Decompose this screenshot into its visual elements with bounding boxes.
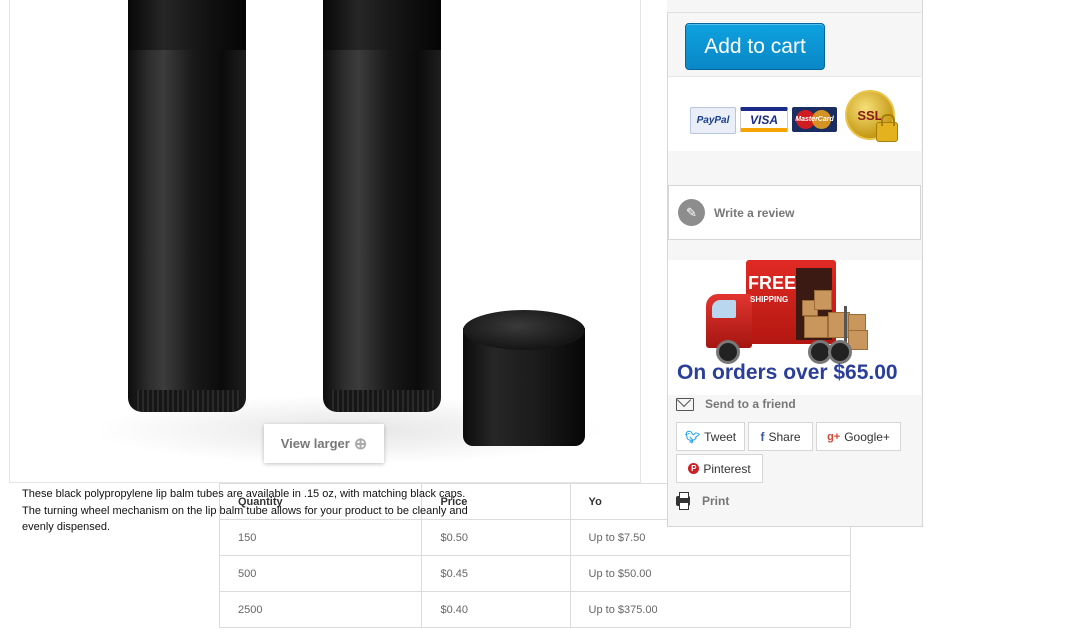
- description-line: The turning wheel mechanism on the lip b…: [22, 504, 468, 517]
- cell-savings: Up to $50.00: [569, 555, 852, 592]
- description-line: These black polypropylene lip balm tubes…: [22, 488, 466, 500]
- mastercard-logo: MasterCard: [792, 107, 837, 132]
- magnify-plus-icon: ⊕: [353, 435, 368, 453]
- product-description: These black polypropylene lip balm tubes…: [22, 486, 472, 536]
- print-label: Print: [702, 494, 730, 508]
- free-shipping-threshold: On orders over $65.00: [677, 361, 898, 384]
- cell-price: $0.40: [421, 591, 571, 628]
- tube-cap-section: [128, 0, 246, 50]
- cell-price: $0.45: [421, 555, 571, 592]
- write-review-button[interactable]: ✎ Write a review: [668, 185, 921, 240]
- payment-methods: PayPal VISA MasterCard SSL: [668, 76, 921, 151]
- lip-balm-tube-right: [323, 0, 441, 412]
- write-review-label: Write a review: [714, 205, 795, 220]
- description-line: evenly dispensed.: [22, 521, 111, 533]
- mastercard-label: MasterCard: [795, 116, 834, 123]
- envelope-icon: [676, 397, 694, 411]
- pinterest-button[interactable]: P Pinterest: [676, 454, 763, 483]
- send-to-friend-link[interactable]: Send to a friend: [676, 397, 796, 411]
- sidebar-top-strip: [667, 0, 921, 13]
- tweet-button[interactable]: 🐦︎ Tweet: [676, 422, 745, 451]
- view-larger-button[interactable]: View larger ⊕: [264, 424, 384, 463]
- product-image[interactable]: [9, 0, 641, 483]
- view-larger-label: View larger: [280, 436, 350, 451]
- cell-quantity: 500: [218, 555, 423, 592]
- padlock-icon: [876, 114, 898, 142]
- twitter-icon: 🐦︎: [684, 429, 701, 444]
- cap-top: [463, 310, 585, 350]
- paypal-logo: PayPal: [690, 107, 736, 134]
- send-to-friend-label: Send to a friend: [705, 397, 796, 411]
- facebook-share-button[interactable]: f Share: [748, 422, 813, 451]
- cell-quantity: 2500: [218, 591, 423, 628]
- cell-savings: Up to $375.00: [569, 591, 852, 628]
- parcel-box: [804, 316, 828, 338]
- tube-cap-section: [323, 0, 441, 50]
- shipping-label: SHIPPING: [750, 295, 789, 304]
- google-plus-icon: g+: [827, 430, 841, 443]
- tube-turning-wheel: [329, 390, 435, 412]
- pencil-icon: ✎: [678, 199, 705, 226]
- lip-balm-tube-left: [128, 0, 246, 412]
- pinterest-label: Pinterest: [703, 461, 751, 476]
- truck-window: [712, 300, 736, 318]
- tube-turning-wheel: [134, 390, 240, 412]
- print-link[interactable]: Print: [676, 492, 730, 510]
- add-to-cart-button[interactable]: Add to cart: [685, 23, 825, 70]
- lip-balm-cap: [463, 310, 585, 450]
- table-row: 2500 $0.40 Up to $375.00: [218, 591, 852, 628]
- google-plus-button[interactable]: g+ Google+: [816, 422, 901, 451]
- free-label: FREE: [748, 273, 797, 293]
- free-shipping-banner: FREE SHIPPING On orders over $65.00: [668, 260, 921, 395]
- table-row: 500 $0.45 Up to $50.00: [218, 555, 852, 592]
- tweet-label: Tweet: [704, 429, 737, 444]
- share-label: Share: [768, 429, 801, 444]
- visa-logo: VISA: [740, 107, 788, 132]
- pinterest-icon: P: [688, 463, 700, 474]
- printer-icon: [676, 492, 690, 510]
- facebook-icon: f: [760, 429, 765, 444]
- parcel-box: [814, 290, 832, 310]
- google-plus-label: Google+: [844, 429, 890, 444]
